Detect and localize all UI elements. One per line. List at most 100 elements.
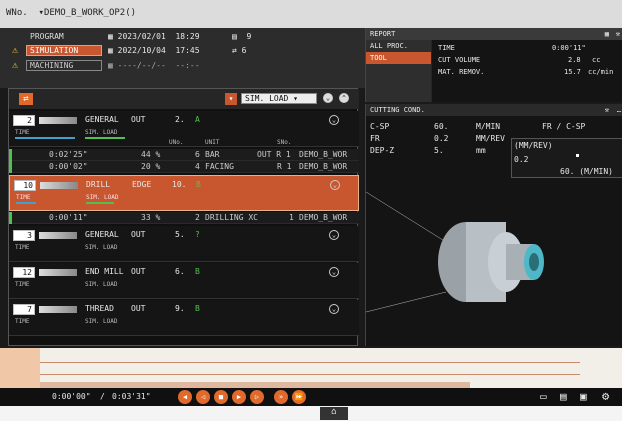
row-indicator xyxy=(9,149,12,161)
chevron-down-icon[interactable]: ⌄ xyxy=(323,93,333,103)
shuffle-icon[interactable]: ⇄ xyxy=(19,93,33,105)
tool-seq: 10. xyxy=(172,180,187,189)
report-value-time: 0:00'11" xyxy=(552,44,586,52)
table-row[interactable]: 0:00'02" 20 % 4 FACING R 1 DEMO_B_WOR xyxy=(9,161,359,173)
row-time: 0:00'11" xyxy=(49,213,88,222)
expand-icon[interactable]: ⌄ xyxy=(329,230,339,240)
row-load: 44 % xyxy=(141,150,161,159)
timeline-panel[interactable] xyxy=(0,348,622,388)
step-back-icon[interactable]: ◁ xyxy=(196,390,210,404)
calculator-icon[interactable]: ▦ xyxy=(605,30,609,38)
tool-number: 2 xyxy=(13,115,35,126)
tool-code: B xyxy=(195,304,200,313)
simulation-mode-button[interactable]: SIMULATION xyxy=(26,45,102,56)
tool-icon xyxy=(40,182,78,189)
row-load: 20 % xyxy=(141,162,161,171)
row-unit: BAR xyxy=(205,150,220,159)
row-extra: OUT R 1 xyxy=(257,150,291,159)
depz-label: DEP-Z xyxy=(370,146,395,155)
list-item[interactable]: 2 GENERAL OUT 2. A ⌄ TIME SIM. LOAD UNo.… xyxy=(9,111,359,147)
cutting-title: CUTTING COND. ⚒… xyxy=(366,104,622,116)
report-label-cut-volume: CUT VOLUME xyxy=(438,56,481,64)
tool-seq: 2. xyxy=(175,115,185,124)
graph-point xyxy=(576,154,579,157)
timeline-line xyxy=(40,374,580,375)
tool-name: GENERAL xyxy=(85,230,119,239)
list-item-selected[interactable]: 10 DRILL EDGE 10. B ⌄ TIME SIM. LOAD xyxy=(9,175,359,211)
time-bar xyxy=(15,137,75,139)
sim-load-label: SIM. LOAD xyxy=(85,244,118,251)
stop-icon[interactable]: ■ xyxy=(214,390,228,404)
home-icon[interactable]: ⌂ xyxy=(320,407,348,420)
machining-mode-button[interactable]: MACHINING xyxy=(26,60,102,71)
expand-icon[interactable]: ⌄ xyxy=(329,304,339,314)
list-item[interactable]: 7 THREAD OUT 9. B ⌄ TIME SIM. LOAD xyxy=(9,300,359,336)
warning-icon: ⚠ xyxy=(12,45,19,56)
tool-icon xyxy=(39,269,77,276)
more-icon[interactable]: … xyxy=(617,106,621,114)
row-unit: DRILLING XC xyxy=(205,213,258,222)
report-unit-mat-remov: cc/min xyxy=(588,68,614,76)
fr-value: 0.2 xyxy=(434,134,449,143)
fr-unit: MM/REV xyxy=(476,134,505,143)
col-uno: UNo. xyxy=(169,139,184,146)
report-title: REPORT ▦ ⚒ xyxy=(366,28,622,40)
graph-title: FR / C-SP xyxy=(542,122,586,131)
part-3d-view[interactable] xyxy=(366,182,622,346)
tool-sub: OUT xyxy=(131,230,146,239)
time-label: TIME xyxy=(15,244,30,251)
expand-icon[interactable]: ⌄ xyxy=(330,180,340,190)
fast-forward-icon[interactable]: ⏩ xyxy=(292,390,306,404)
program-label: PROGRAM xyxy=(30,32,64,41)
row-indicator xyxy=(9,212,12,224)
tab-tool[interactable]: TOOL xyxy=(366,52,431,64)
report-values: TIME 0:00'11" CUT VOLUME 2.8 cc MAT. REM… xyxy=(432,40,622,102)
panel-icon[interactable]: ▤ xyxy=(560,390,567,403)
chevron-up-icon[interactable]: ⌃ xyxy=(339,93,349,103)
speed-icon[interactable]: » xyxy=(274,390,288,404)
tool-code: A xyxy=(195,115,200,124)
monitor-icon[interactable]: ▭ xyxy=(540,390,547,403)
tool-number: 10 xyxy=(14,180,36,191)
warning-icon: ⚠ xyxy=(12,60,19,71)
report-unit-cut-volume: cc xyxy=(592,56,601,64)
elapsed-time: 0:00'00" xyxy=(52,392,91,401)
filter-icon[interactable]: ▾ xyxy=(225,93,237,105)
tool-icon xyxy=(39,306,77,313)
csp-unit: M/MIN xyxy=(476,122,501,131)
mode-select[interactable]: SIM. LOAD ▾ xyxy=(241,93,317,104)
report-panel: REPORT ▦ ⚒ ALL PROC. TOOL TIME 0:00'11" CU… xyxy=(365,28,622,102)
time-label: TIME xyxy=(15,129,30,136)
rewind-icon[interactable]: ◀ xyxy=(178,390,192,404)
step-forward-icon[interactable]: ▷ xyxy=(250,390,264,404)
graph-x-value: 60. (M/MIN) xyxy=(560,167,613,176)
expand-icon[interactable]: ⌄ xyxy=(329,267,339,277)
gear-icon[interactable]: ⚙ xyxy=(602,389,609,403)
list-toolbar: ⇄ ▾ SIM. LOAD ▾ ⌄ ⌃ xyxy=(9,89,359,109)
row-indicator xyxy=(9,161,12,173)
tool-code: B xyxy=(195,267,200,276)
list-item[interactable]: 3 GENERAL OUT 5. ? ⌄ TIME SIM. LOAD xyxy=(9,226,359,262)
tool-list-panel: ⇄ ▾ SIM. LOAD ▾ ⌄ ⌃ 2 GENERAL OUT 2. A ⌄… xyxy=(8,88,359,346)
simulation-date: ▦ 2022/10/04 17:45 xyxy=(108,46,200,55)
report-value-mat-remov: 15.7 xyxy=(564,68,581,76)
tool-name: END MILL xyxy=(85,267,124,276)
top-bar: WNo. ▾DEMO_B_WORK_OP2() xyxy=(0,0,622,28)
tab-all-proc[interactable]: ALL PROC. xyxy=(366,40,431,52)
table-row[interactable]: 0:00'11" 33 % 2 DRILLING XC 1 DEMO_B_WOR xyxy=(9,212,359,224)
table-row[interactable]: 0:02'25" 44 % 6 BAR OUT R 1 DEMO_B_WOR xyxy=(9,149,359,161)
tool-icon[interactable]: ⚒ xyxy=(616,30,620,38)
save-icon[interactable]: ▣ xyxy=(580,390,587,403)
time-bar xyxy=(16,202,36,204)
tool-icon[interactable]: ⚒ xyxy=(605,106,609,114)
tool-sub: OUT xyxy=(131,304,146,313)
time-separator: / xyxy=(100,392,105,401)
load-bar xyxy=(85,137,125,139)
program-panel: PROGRAM ▦ 2023/02/01 18:29 ▤ 9 ⚠ SIMULAT… xyxy=(0,28,365,88)
fr-label: FR xyxy=(370,134,380,143)
list-item[interactable]: 12 END MILL OUT 6. B ⌄ TIME SIM. LOAD xyxy=(9,263,359,299)
tool-number: 3 xyxy=(13,230,35,241)
expand-icon[interactable]: ⌄ xyxy=(329,115,339,125)
machining-date: ▦ ----/--/-- --:-- xyxy=(108,61,200,70)
play-icon[interactable]: ▶ xyxy=(232,390,246,404)
